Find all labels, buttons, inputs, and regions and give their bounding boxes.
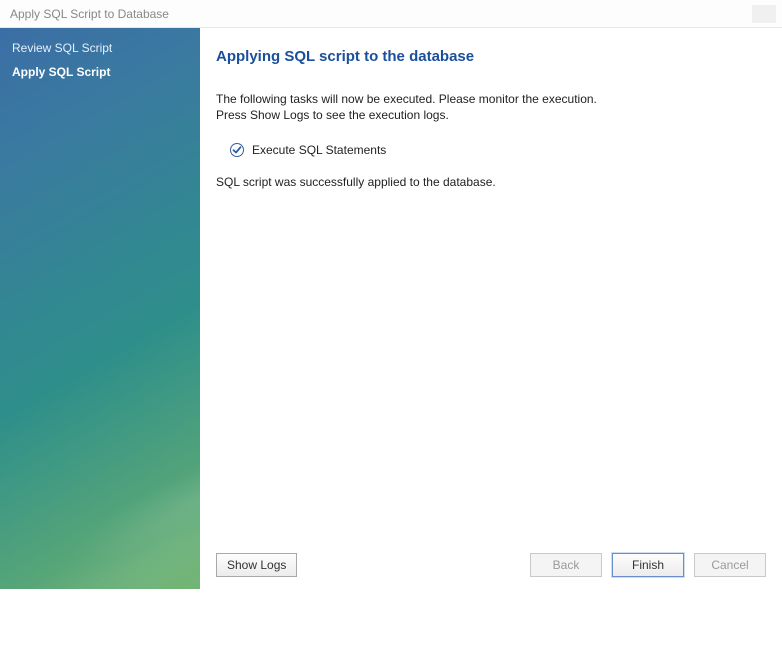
status-message: SQL script was successfully applied to t… — [216, 175, 766, 189]
task-label: Execute SQL Statements — [252, 143, 386, 157]
sidebar-step-label: Review SQL Script — [12, 41, 112, 55]
checkmark-icon — [230, 143, 244, 157]
wizard-sidebar: Review SQL Script Apply SQL Script — [0, 28, 200, 589]
window-titlebar: Apply SQL Script to Database — [0, 0, 782, 28]
sidebar-step-label: Apply SQL Script — [12, 65, 110, 79]
sidebar-step-apply[interactable]: Apply SQL Script — [10, 60, 190, 84]
cancel-button: Cancel — [694, 553, 766, 577]
instruction-line: The following tasks will now be executed… — [216, 91, 766, 107]
page-heading: Applying SQL script to the database — [216, 48, 766, 65]
sidebar-step-review[interactable]: Review SQL Script — [10, 36, 190, 60]
window-title: Apply SQL Script to Database — [10, 7, 169, 21]
instruction-line: Press Show Logs to see the execution log… — [216, 107, 766, 123]
main-panel: Applying SQL script to the database The … — [200, 28, 782, 589]
task-row: Execute SQL Statements — [230, 143, 766, 157]
button-bar: Show Logs Back Finish Cancel — [216, 553, 766, 577]
back-button: Back — [530, 553, 602, 577]
finish-button[interactable]: Finish — [612, 553, 684, 577]
show-logs-button[interactable]: Show Logs — [216, 553, 297, 577]
instruction-text: The following tasks will now be executed… — [216, 91, 766, 123]
window-close-button[interactable] — [752, 5, 776, 23]
